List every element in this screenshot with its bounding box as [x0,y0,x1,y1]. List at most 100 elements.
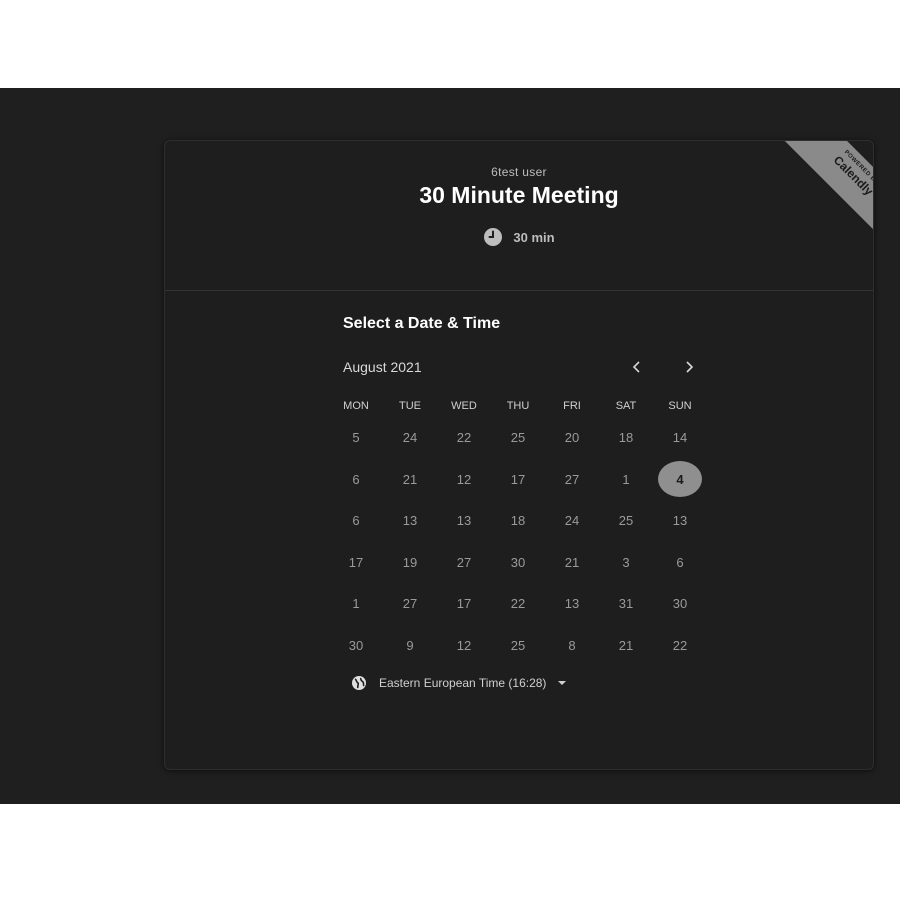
calendar-day-label: 30 [348,637,364,653]
booking-card: 6test user 30 Minute Meeting 30 min POWE… [164,140,874,770]
ribbon-band: POWERED BY Calendly [776,141,874,243]
calendar-day-label: 27 [564,471,580,487]
caret-down-icon [558,681,567,685]
next-month-button[interactable] [677,355,701,379]
calendar-day-label: 30 [672,596,688,612]
calendar-day-label: 24 [564,513,580,529]
clock-icon [484,228,503,246]
calendar-day: 21 [599,625,653,667]
calendar-day: 22 [653,625,707,667]
calendar-day: 22 [437,417,491,459]
calendar-day-label: 25 [510,637,526,653]
calendar-day: 24 [545,500,599,542]
calendar-day-label: 12 [456,471,472,487]
calendar-day: 18 [599,417,653,459]
calendar-day: 22 [491,583,545,625]
calendar-day-label: 31 [618,596,634,612]
calendar-day-label: 13 [672,513,688,529]
timezone-selector[interactable]: Eastern European Time (16:28) [351,675,567,691]
calendar-day-label: 19 [402,554,418,570]
calendar-day: 20 [545,417,599,459]
calendar-day: 17 [491,459,545,501]
calendar-day: 9 [383,625,437,667]
calendar-day-label: 5 [352,430,360,446]
calendar-day-label: 6 [352,513,360,529]
calendar-day: 18 [491,500,545,542]
calendar-day-label: 21 [618,637,634,653]
calendar-day-label: 1 [352,596,360,612]
weekday-header: TUE [399,400,421,412]
calendar-day: 27 [437,542,491,584]
calendar-day-label: 13 [456,513,472,529]
duration-label: 30 min [513,229,555,245]
calendar-day-label: 3 [622,554,630,570]
calendar-day-label: 20 [564,430,580,446]
calendar-day: 6 [653,542,707,584]
calendar-day: 19 [383,542,437,584]
calendar-day: 21 [383,459,437,501]
calendar-day: 21 [545,542,599,584]
calendar-day: 27 [545,459,599,501]
globe-icon [352,676,366,690]
calendar-day: 17 [437,583,491,625]
calendar-day: 5 [329,417,383,459]
date-picker-section: Select a Date & Time August 2021 MON TUE W… [165,291,873,769]
calendar-day: 30 [653,583,707,625]
calendar-day-label: 25 [510,430,526,446]
calendar-day: 13 [545,583,599,625]
calendar-day-label: 13 [564,596,580,612]
calendar-day: 27 [383,583,437,625]
calendar-day: 25 [599,500,653,542]
calendar-day: 12 [437,459,491,501]
calendar-day-label: 12 [456,637,472,653]
powered-by-ribbon[interactable]: POWERED BY Calendly [767,141,874,243]
calendar-day-label: 17 [348,554,364,570]
calendar-day: 25 [491,417,545,459]
calendar-day: 8 [545,625,599,667]
chevron-left-icon [632,361,640,373]
calendar-day: 1 [599,459,653,501]
select-date-heading: Select a Date & Time [343,315,501,332]
calendar-day-label: 21 [564,554,580,570]
calendar-day-label: 22 [456,430,472,446]
calendar-day-label: 13 [402,513,418,529]
calendar-day-label: 25 [618,513,634,529]
calendar-day: 14 [653,417,707,459]
calendar-day: 13 [383,500,437,542]
calendar-day-label: 21 [402,471,418,487]
weekday-header: FRI [563,400,581,412]
calendar-day-label: 14 [672,430,688,446]
calendar-day: 25 [491,625,545,667]
calendar-day-label: 9 [406,637,414,653]
calendar-day-label: 18 [618,430,634,446]
calendar-day: 12 [437,625,491,667]
calendar-day-label: 8 [568,637,576,653]
weekday-header: SUN [668,400,692,412]
calendar-day: 31 [599,583,653,625]
calendar-day-label: 4 [658,461,702,498]
calendar-day: 1 [329,583,383,625]
calendar-day-label: 27 [456,554,472,570]
calendar-day: 13 [653,500,707,542]
calendar-day-label: 17 [510,471,526,487]
weekday-header: THU [506,400,530,412]
calendar-day: 13 [437,500,491,542]
calendar-day: 30 [491,542,545,584]
calendar-day-label: 18 [510,513,526,529]
calendar-day-label: 1 [622,471,630,487]
calendar-day: 6 [329,500,383,542]
calendar-day-label: 24 [402,430,418,446]
calendly-brand: Calendly [830,152,874,199]
selected-date[interactable]: 4 [653,459,707,501]
calendar-day-label: 22 [510,596,526,612]
chevron-right-icon [686,361,694,373]
calendar-day-label: 6 [352,471,360,487]
calendar-day-label: 30 [510,554,526,570]
weekday-header: WED [451,400,477,412]
timezone-label: Eastern European Time (16:28) [379,676,547,690]
calendar-day: 6 [329,459,383,501]
calendar-day-label: 6 [676,554,684,570]
calendar-day-label: 17 [456,596,472,612]
weekday-header: SAT [615,400,637,412]
prev-month-button[interactable] [625,355,649,379]
